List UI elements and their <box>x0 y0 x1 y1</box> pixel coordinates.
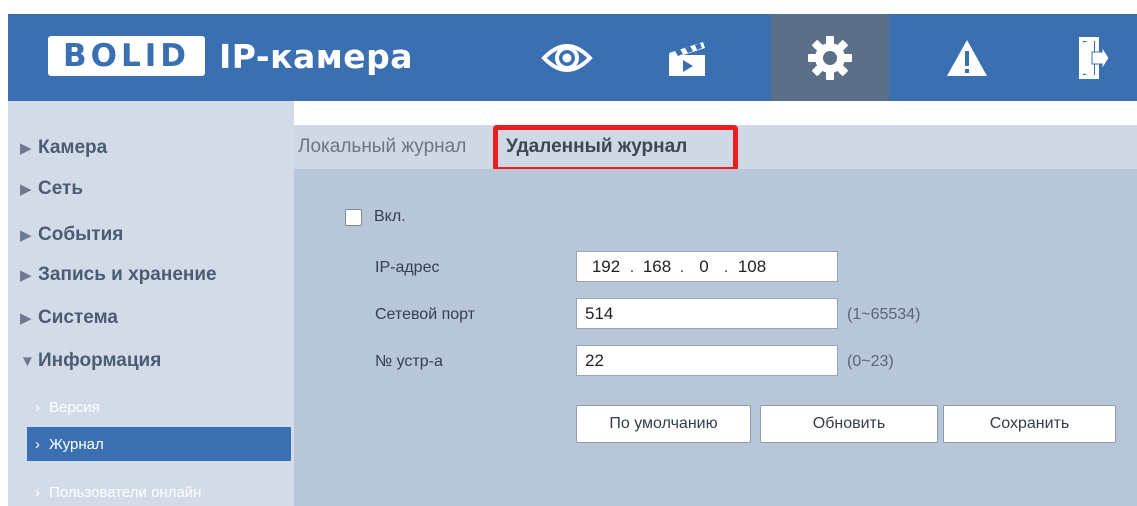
ip-octet-4[interactable]: 108 <box>731 257 773 277</box>
gear-icon <box>808 35 852 80</box>
sidebar-item-network[interactable]: ▶ Сеть <box>8 172 291 206</box>
sidebar-item-storage[interactable]: ▶ Запись и хранение <box>8 258 291 292</box>
nav-live-view-button[interactable] <box>508 14 626 101</box>
nav-alarm-button[interactable] <box>908 14 1026 101</box>
triangle-right-icon: ▶ <box>20 267 32 284</box>
sidebar-subitem-online-users[interactable]: › Пользователи онлайн <box>27 477 291 506</box>
sidebar-item-label: Информация <box>38 350 162 371</box>
save-button[interactable]: Сохранить <box>943 405 1116 443</box>
logo: BOLID IP-камера <box>48 36 413 76</box>
sidebar: ▶ Камера ▶ Сеть ▶ События ▶ Запись и хра… <box>8 101 294 506</box>
ip-dot: . <box>679 256 685 276</box>
sidebar-item-system[interactable]: ▶ Система <box>8 301 291 335</box>
sidebar-subitem-label: Журнал <box>49 435 104 453</box>
ip-octet-3[interactable]: 0 <box>687 257 721 277</box>
chevron-right-icon: › <box>35 483 40 501</box>
ip-dot: . <box>723 256 729 276</box>
triangle-right-icon: ▶ <box>20 227 32 244</box>
warning-icon <box>947 39 987 76</box>
sidebar-item-label: События <box>38 224 124 245</box>
nav-playback-button[interactable] <box>628 14 746 101</box>
sidebar-subitem-version[interactable]: › Версия <box>27 392 291 422</box>
device-number-input[interactable]: 22 <box>576 345 838 376</box>
chevron-right-icon: › <box>35 398 40 416</box>
triangle-down-icon: ▼ <box>20 352 35 370</box>
enable-label: Вкл. <box>374 208 406 225</box>
app-title: IP-камера <box>219 36 414 76</box>
port-range-hint: (1~65534) <box>847 306 921 323</box>
sidebar-subitem-label: Версия <box>49 398 100 416</box>
tab-local-log[interactable]: Локальный журнал <box>298 125 466 169</box>
enable-checkbox[interactable] <box>345 209 362 226</box>
sidebar-item-label: Камера <box>38 137 108 158</box>
exit-icon <box>1078 36 1110 79</box>
device-number-label: № устр-а <box>375 353 443 370</box>
tab-bar: Локальный журнал Удаленный журнал <box>294 125 1137 172</box>
clapperboard-icon <box>669 41 705 76</box>
eye-icon <box>541 43 593 72</box>
nav-settings-button[interactable] <box>771 14 889 101</box>
ip-address-label: IP-адрес <box>375 259 440 276</box>
nav-logout-button[interactable] <box>1048 14 1137 101</box>
triangle-right-icon: ▶ <box>20 181 32 198</box>
sidebar-item-label: Сеть <box>38 178 84 199</box>
chevron-right-icon: › <box>35 435 40 453</box>
refresh-button[interactable]: Обновить <box>760 405 938 443</box>
top-header: BOLID IP-камера <box>8 14 1137 101</box>
device-range-hint: (0~23) <box>847 353 894 370</box>
triangle-right-icon: ▶ <box>20 310 32 327</box>
network-port-input[interactable]: 514 <box>576 298 838 329</box>
sidebar-subitem-label: Пользователи онлайн <box>49 483 202 501</box>
settings-panel <box>294 169 1137 506</box>
sidebar-item-events[interactable]: ▶ События <box>8 218 291 252</box>
sidebar-item-label: Запись и хранение <box>38 264 217 285</box>
triangle-right-icon: ▶ <box>20 140 32 157</box>
sidebar-item-camera[interactable]: ▶ Камера <box>8 131 291 165</box>
ip-address-input[interactable]: 192 . 168 . 0 . 108 <box>576 251 838 282</box>
sidebar-item-label: Система <box>38 307 118 328</box>
default-button[interactable]: По умолчанию <box>576 405 751 443</box>
ip-dot: . <box>629 256 635 276</box>
highlight-box <box>493 125 738 172</box>
ip-octet-2[interactable]: 168 <box>637 257 677 277</box>
brand-logo: BOLID <box>48 36 206 76</box>
sidebar-item-information[interactable]: ▼ Информация <box>8 344 291 378</box>
sidebar-subitem-log[interactable]: › Журнал <box>27 427 291 461</box>
ip-octet-1[interactable]: 192 <box>585 257 627 277</box>
network-port-label: Сетевой порт <box>375 306 476 323</box>
